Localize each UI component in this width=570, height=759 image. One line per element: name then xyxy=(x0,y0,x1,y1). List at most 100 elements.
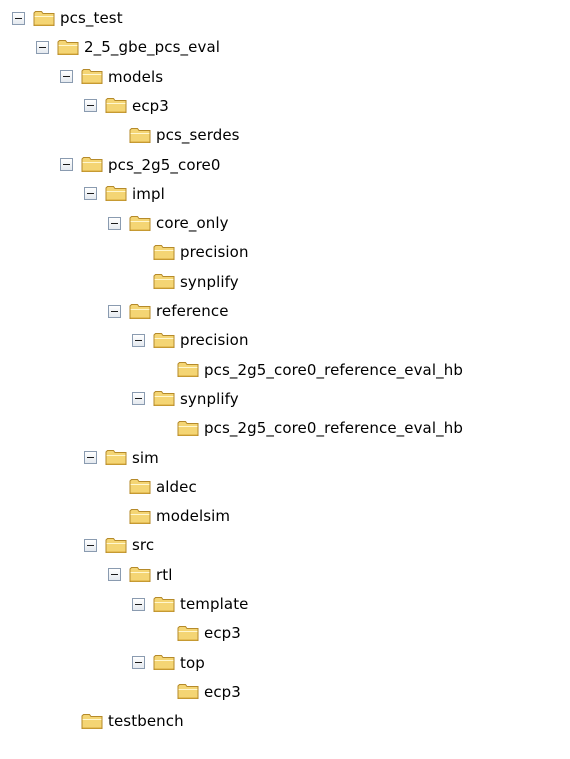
tree-node-label: pcs_test xyxy=(60,9,123,27)
collapse-toggle-minus-icon[interactable] xyxy=(84,99,97,113)
folder-icon xyxy=(129,566,156,583)
folder-icon xyxy=(105,185,132,202)
folder-icon xyxy=(57,39,84,56)
tree-node-reference[interactable]: reference xyxy=(108,301,229,321)
tree-node-label: pcs_2g5_core0_reference_eval_hb xyxy=(204,360,463,379)
tree-node-label: src xyxy=(132,536,155,555)
tree-node-label: modelsim xyxy=(156,507,231,526)
tree-node-label: ecp3 xyxy=(204,624,241,643)
tree-node-label: pcs_2g5_core0_reference_eval_hb xyxy=(204,419,463,438)
tree-node-ecp3-template[interactable]: ecp3 xyxy=(156,623,241,643)
tree-node-precision-core[interactable]: precision xyxy=(132,242,249,262)
tree-node-label: models xyxy=(108,67,164,86)
tree-node-precision-ref[interactable]: precision xyxy=(132,330,249,350)
tree-node-label: synplify xyxy=(180,389,239,408)
tree-node-2_5_gbe_pcs_eval[interactable]: 2_5_gbe_pcs_eval xyxy=(36,37,220,57)
tree-node-ecp3-top[interactable]: ecp3 xyxy=(156,682,241,702)
collapse-toggle-minus-icon[interactable] xyxy=(132,392,145,406)
folder-icon xyxy=(105,97,132,114)
tree-node-label: sim xyxy=(132,448,159,467)
tree-node-ref-eval-hb-precision[interactable]: pcs_2g5_core0_reference_eval_hb xyxy=(156,360,463,380)
tree-node-label: precision xyxy=(180,243,249,262)
collapse-toggle-minus-icon[interactable] xyxy=(36,40,49,54)
tree-node-synplify-core[interactable]: synplify xyxy=(132,272,239,292)
tree-node-label: ecp3 xyxy=(204,682,241,701)
folder-icon xyxy=(129,478,156,495)
tree-node-label: testbench xyxy=(108,712,184,731)
folder-icon xyxy=(81,713,108,730)
folder-icon xyxy=(105,449,132,466)
tree-node-impl[interactable]: impl xyxy=(84,184,165,204)
tree-node-label: precision xyxy=(180,331,249,350)
collapse-toggle-minus-icon[interactable] xyxy=(132,333,145,347)
folder-icon xyxy=(81,68,108,85)
tree-node-label: 2_5_gbe_pcs_eval xyxy=(84,38,221,57)
collapse-toggle-minus-icon[interactable] xyxy=(84,187,97,201)
tree-node-label: rtl xyxy=(156,565,173,584)
tree-node-ecp3-models[interactable]: ecp3 xyxy=(84,96,169,116)
tree-node-rtl[interactable]: rtl xyxy=(108,565,173,585)
collapse-toggle-minus-icon[interactable] xyxy=(84,451,97,464)
folder-icon xyxy=(153,654,180,671)
tree-node-label: pcs_2g5_core0 xyxy=(108,155,221,174)
tree-node-label: template xyxy=(180,595,249,613)
collapse-toggle-minus-icon[interactable] xyxy=(60,158,73,171)
tree-node-core_only[interactable]: core_only xyxy=(108,213,229,233)
tree-node-synplify-ref[interactable]: synplify xyxy=(132,389,239,409)
folder-icon xyxy=(153,390,180,407)
tree-node-label: ecp3 xyxy=(132,96,169,115)
folder-icon xyxy=(105,537,132,554)
folder-icon xyxy=(153,244,180,261)
tree-node-src[interactable]: src xyxy=(84,535,154,555)
tree-node-ref-eval-hb-synplify[interactable]: pcs_2g5_core0_reference_eval_hb xyxy=(156,418,463,438)
folder-icon xyxy=(129,127,156,144)
folder-icon xyxy=(177,420,204,437)
tree-node-label: aldec xyxy=(156,477,197,496)
folder-icon xyxy=(129,508,156,525)
folder-icon xyxy=(33,10,60,27)
collapse-toggle-minus-icon[interactable] xyxy=(132,656,145,670)
folder-icon xyxy=(153,332,180,349)
tree-node-models[interactable]: models xyxy=(60,67,163,87)
tree-node-label: reference xyxy=(156,302,229,320)
folder-icon xyxy=(129,303,156,320)
tree-node-testbench[interactable]: testbench xyxy=(60,711,184,731)
tree-node-sim[interactable]: sim xyxy=(84,448,159,468)
folder-icon xyxy=(153,273,180,290)
collapse-toggle-minus-icon[interactable] xyxy=(84,538,97,552)
tree-node-label: core_only xyxy=(156,214,229,233)
tree-node-modelsim[interactable]: modelsim xyxy=(108,506,230,526)
tree-node-template[interactable]: template xyxy=(132,594,249,614)
folder-icon xyxy=(153,596,180,613)
tree-node-pcs_serdes[interactable]: pcs_serdes xyxy=(108,125,240,145)
folder-icon xyxy=(177,625,204,642)
folder-icon xyxy=(81,156,108,173)
tree-node-pcs_test[interactable]: pcs_test xyxy=(12,8,123,28)
collapse-toggle-minus-icon[interactable] xyxy=(108,304,121,318)
collapse-toggle-minus-icon[interactable] xyxy=(108,568,121,582)
collapse-toggle-minus-icon[interactable] xyxy=(132,597,145,611)
tree-node-label: impl xyxy=(132,184,165,203)
tree-node-label: pcs_serdes xyxy=(156,126,240,145)
tree-node-pcs_2g5_core0[interactable]: pcs_2g5_core0 xyxy=(60,155,221,175)
collapse-toggle-minus-icon[interactable] xyxy=(12,11,25,25)
tree-node-aldec[interactable]: aldec xyxy=(108,477,197,497)
tree-node-label: top xyxy=(180,653,205,672)
folder-icon xyxy=(177,683,204,700)
tree-node-top[interactable]: top xyxy=(132,653,205,673)
folder-tree: pcs_test 2_5_gbe_pcs_eval models ecp3 pc… xyxy=(0,0,570,759)
folder-icon xyxy=(129,215,156,232)
collapse-toggle-minus-icon[interactable] xyxy=(60,70,73,84)
collapse-toggle-minus-icon[interactable] xyxy=(108,216,121,230)
folder-icon xyxy=(177,361,204,378)
